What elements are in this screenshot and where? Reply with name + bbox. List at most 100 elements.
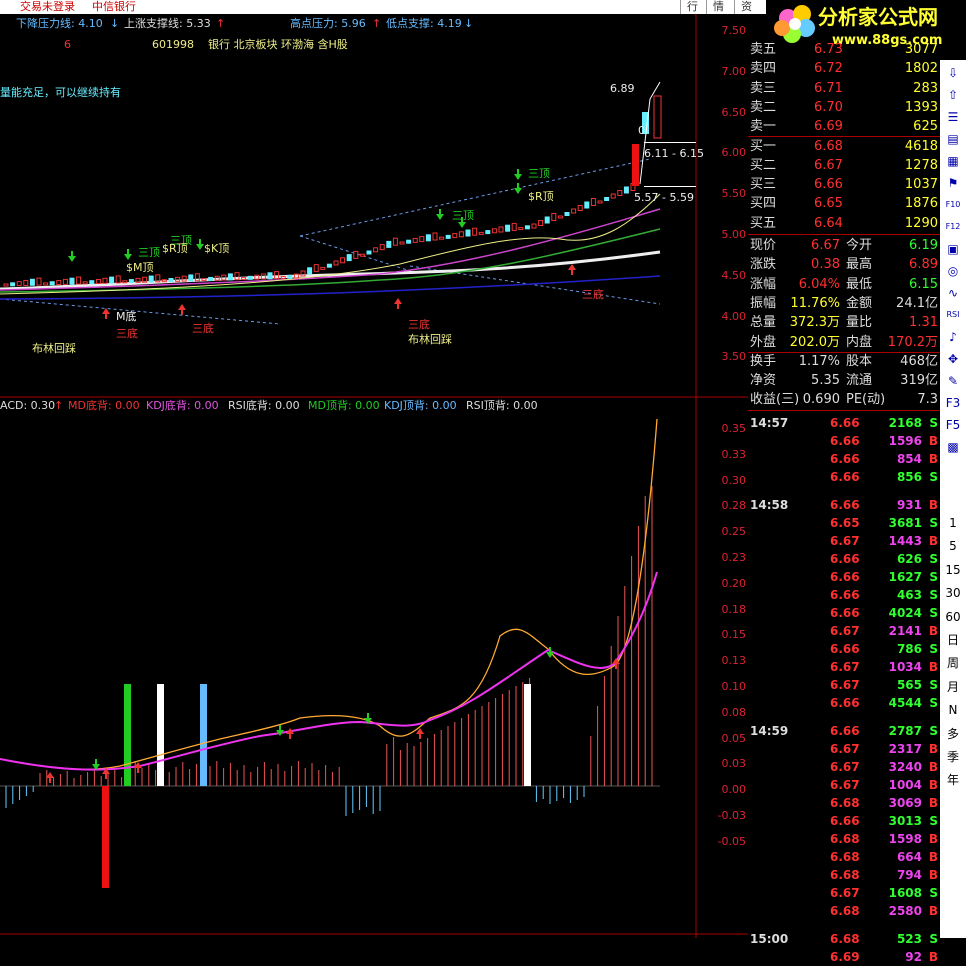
macd-value: ACD: 0.30 bbox=[0, 399, 56, 412]
indicator-tick: 0.08 bbox=[721, 705, 747, 719]
tick-volume: 4024 bbox=[888, 606, 922, 620]
order-price: 6.73 bbox=[814, 42, 843, 57]
tick-volume: 565 bbox=[896, 678, 922, 692]
indicator-tick: 0.05 bbox=[721, 731, 747, 745]
order-volume: 1802 bbox=[904, 61, 938, 77]
f10-icon[interactable]: F10 bbox=[943, 196, 963, 214]
f5-icon[interactable]: F5 bbox=[943, 416, 963, 434]
tick-side: S bbox=[929, 814, 938, 828]
candle bbox=[445, 234, 451, 239]
bar-icon[interactable]: ⚑ bbox=[943, 174, 963, 192]
advice-text: 量能充足，可以继续持有 bbox=[0, 86, 121, 99]
down-icon[interactable]: ⇩ bbox=[943, 64, 963, 82]
indicator-tick: 0.18 bbox=[721, 602, 747, 616]
tick-price: 6.68 bbox=[830, 904, 860, 918]
tick-side: S bbox=[929, 606, 938, 620]
tick-volume: 626 bbox=[896, 552, 922, 566]
order-book-row: 买四 6.65 1876 bbox=[748, 194, 940, 213]
signal-boll: 布林回踩 bbox=[408, 333, 452, 346]
candle bbox=[188, 274, 194, 282]
info-icon[interactable]: ▣ bbox=[943, 240, 963, 258]
candle bbox=[247, 275, 253, 280]
stat-row: 涨跌 0.38 最高 6.89 bbox=[748, 255, 940, 274]
move-icon[interactable]: ✥ bbox=[943, 350, 963, 368]
stock-code: 601998 bbox=[152, 38, 194, 51]
rsi-icon[interactable]: RSI bbox=[943, 306, 963, 324]
stat-label: 现价 bbox=[750, 238, 777, 253]
stat-value: 468亿 bbox=[900, 353, 938, 369]
period-button[interactable]: 周 bbox=[943, 654, 963, 672]
sound-icon[interactable]: ♪ bbox=[943, 328, 963, 346]
stat-row: 总量 372.3万 量比 1.31 bbox=[748, 313, 940, 332]
tick-volume: 3013 bbox=[888, 814, 922, 828]
tick-price: 6.66 bbox=[830, 588, 860, 602]
tick-price: 6.66 bbox=[830, 724, 860, 738]
grid-icon[interactable]: ▦ bbox=[943, 152, 963, 170]
order-label: 买五 bbox=[750, 215, 777, 231]
tick-side: B bbox=[928, 452, 938, 466]
period-button[interactable]: 1 bbox=[943, 514, 963, 532]
period-button[interactable]: N bbox=[943, 701, 963, 719]
tick-volume: 1596 bbox=[888, 434, 922, 448]
candle bbox=[69, 277, 75, 285]
stat-label: 股本 bbox=[846, 353, 873, 369]
chart-icon[interactable]: ▤ bbox=[943, 130, 963, 148]
tick-price: 6.66 bbox=[830, 606, 860, 620]
order-volume: 1037 bbox=[904, 177, 938, 193]
stat-row: 现价 6.67 今开 6.19 bbox=[748, 236, 940, 255]
order-book-row: 买三 6.66 1037 bbox=[748, 175, 940, 194]
tick-price: 6.67 bbox=[830, 742, 860, 756]
signal-r-top: $R顶 bbox=[162, 242, 188, 255]
signal-three-bottom: 三底 bbox=[582, 288, 604, 301]
divider bbox=[748, 410, 940, 411]
stat-value: 6.04% bbox=[798, 276, 840, 292]
stat-label: 流通 bbox=[846, 373, 873, 389]
tick-row: 14:57 6.66 2168 S bbox=[748, 414, 940, 432]
candle bbox=[227, 273, 233, 281]
photo-icon[interactable]: ▩ bbox=[943, 438, 963, 456]
order-book-row: 买五 6.64 1290 bbox=[748, 214, 940, 233]
up-icon[interactable]: ⇧ bbox=[943, 86, 963, 104]
price-tick: 5.00 bbox=[721, 228, 747, 241]
tick-volume: 2580 bbox=[888, 904, 922, 918]
tick-volume: 794 bbox=[896, 868, 922, 882]
candle bbox=[632, 144, 639, 186]
stat-label: 总量 bbox=[750, 315, 777, 331]
tick-time: 14:58 bbox=[750, 498, 789, 512]
tick-price: 6.66 bbox=[830, 570, 860, 584]
tick-row: 6.68 1598 B bbox=[748, 830, 940, 848]
price-tick: 7.00 bbox=[721, 64, 747, 78]
order-volume: 283 bbox=[913, 80, 938, 96]
period-button[interactable]: 年 bbox=[943, 771, 963, 789]
period-button[interactable]: 5 bbox=[943, 537, 963, 555]
pen-icon[interactable]: ✎ bbox=[943, 372, 963, 390]
login-status[interactable]: 交易未登录 bbox=[20, 0, 75, 14]
period-button[interactable]: 季 bbox=[943, 748, 963, 766]
stat-label: 金额 bbox=[846, 295, 873, 311]
period-button[interactable]: 15 bbox=[943, 561, 963, 579]
candle bbox=[49, 281, 55, 286]
indicator-tick: 0.15 bbox=[721, 628, 747, 642]
list-icon[interactable]: ☰ bbox=[943, 108, 963, 126]
f3-icon[interactable]: F3 bbox=[943, 394, 963, 412]
period-button[interactable]: 月 bbox=[943, 678, 963, 696]
period-button[interactable]: 多 bbox=[943, 725, 963, 743]
period-button[interactable]: 30 bbox=[943, 584, 963, 602]
price-tick: 6.50 bbox=[721, 105, 747, 119]
tick-volume: 1598 bbox=[888, 832, 922, 846]
tick-row: 6.67 3240 B bbox=[748, 758, 940, 776]
period-button[interactable]: 60 bbox=[943, 608, 963, 626]
target-icon[interactable]: ◎ bbox=[943, 262, 963, 280]
candle bbox=[128, 279, 134, 284]
stat-value: 170.2万 bbox=[887, 334, 938, 350]
period-button[interactable]: 日 bbox=[943, 631, 963, 649]
tick-price: 6.68 bbox=[830, 796, 860, 810]
line-icon[interactable]: ∿ bbox=[943, 284, 963, 302]
stat-row: 净资 5.35 流通 319亿 bbox=[748, 371, 940, 390]
price-axis: 7.50 7.00 6.50 6.00 5.50 5.00 4.50 4.00 3.50 bbox=[700, 0, 747, 400]
stat-label: 今开 bbox=[846, 238, 873, 253]
f12-icon[interactable]: F12 bbox=[943, 218, 963, 236]
tick-volume: 2317 bbox=[888, 742, 922, 756]
order-book-row: 卖五 6.73 3077 bbox=[748, 40, 940, 59]
tick-row: 15:00 6.68 523 S bbox=[748, 930, 940, 948]
